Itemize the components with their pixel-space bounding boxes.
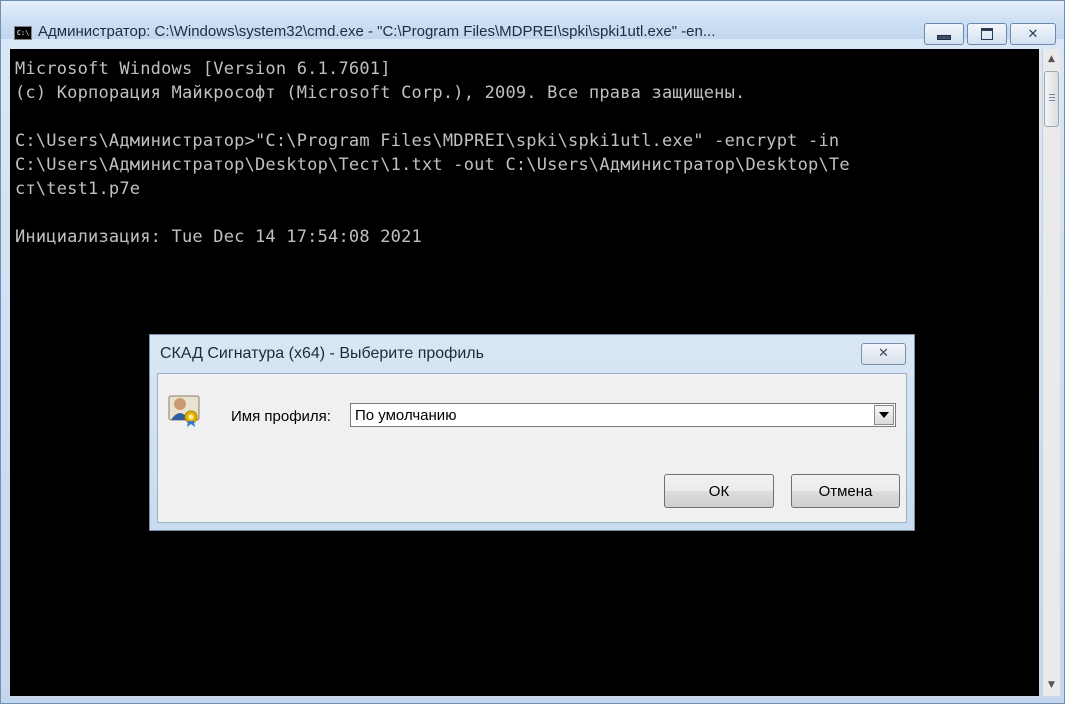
caption-buttons: ✕ [924,23,1056,45]
console-line: ст\test1.p7e [15,179,141,199]
dialog-close-button[interactable]: ✕ [861,343,906,365]
window-title: Администратор: C:\Windows\system32\cmd.e… [38,23,716,40]
minimize-icon [937,34,951,40]
select-profile-dialog: СКАД Сигнатура (x64) - Выберите профиль … [149,334,915,531]
ok-button[interactable]: ОК [664,474,774,508]
scroll-up-icon[interactable]: ▲ [1043,51,1060,68]
user-certificate-icon [168,395,200,427]
maximize-button[interactable] [967,23,1007,45]
console-line: Microsoft Windows [Version 6.1.7601] [15,59,391,79]
close-icon: ✕ [1027,26,1039,42]
scroll-thumb[interactable] [1044,71,1059,127]
close-button[interactable]: ✕ [1010,23,1056,45]
console-line: C:\Users\Администратор>"C:\Program Files… [15,131,840,151]
scroll-down-icon[interactable]: ▼ [1043,677,1060,694]
grip-icon [1049,94,1055,103]
dialog-title: СКАД Сигнатура (x64) - Выберите профиль [160,345,484,362]
profile-select[interactable]: По умолчанию [350,403,896,427]
console-window: C:\ Администратор: C:\Windows\system32\c… [0,0,1065,704]
chevron-down-icon [879,412,889,418]
console-line: (c) Корпорация Майкрософт (Microsoft Cor… [15,83,746,103]
close-icon: ✕ [878,346,889,361]
minimize-button[interactable] [924,23,964,45]
cancel-button[interactable]: Отмена [791,474,900,508]
profile-name-label: Имя профиля: [231,408,331,425]
profile-select-value: По умолчанию [355,407,457,424]
vertical-scrollbar[interactable]: ▲ ▼ [1042,49,1060,696]
console-line: C:\Users\Администратор\Desktop\Тест\1.tx… [15,155,850,175]
title-bar[interactable]: C:\ Администратор: C:\Windows\system32\c… [1,1,1064,45]
dropdown-button[interactable] [874,405,894,425]
maximize-icon [981,28,993,40]
console-line: Инициализация: Tue Dec 14 17:54:08 2021 [15,227,422,247]
cmd-icon: C:\ [14,26,32,40]
dialog-body: Имя профиля: По умолчанию ОК Отмена [157,373,907,523]
